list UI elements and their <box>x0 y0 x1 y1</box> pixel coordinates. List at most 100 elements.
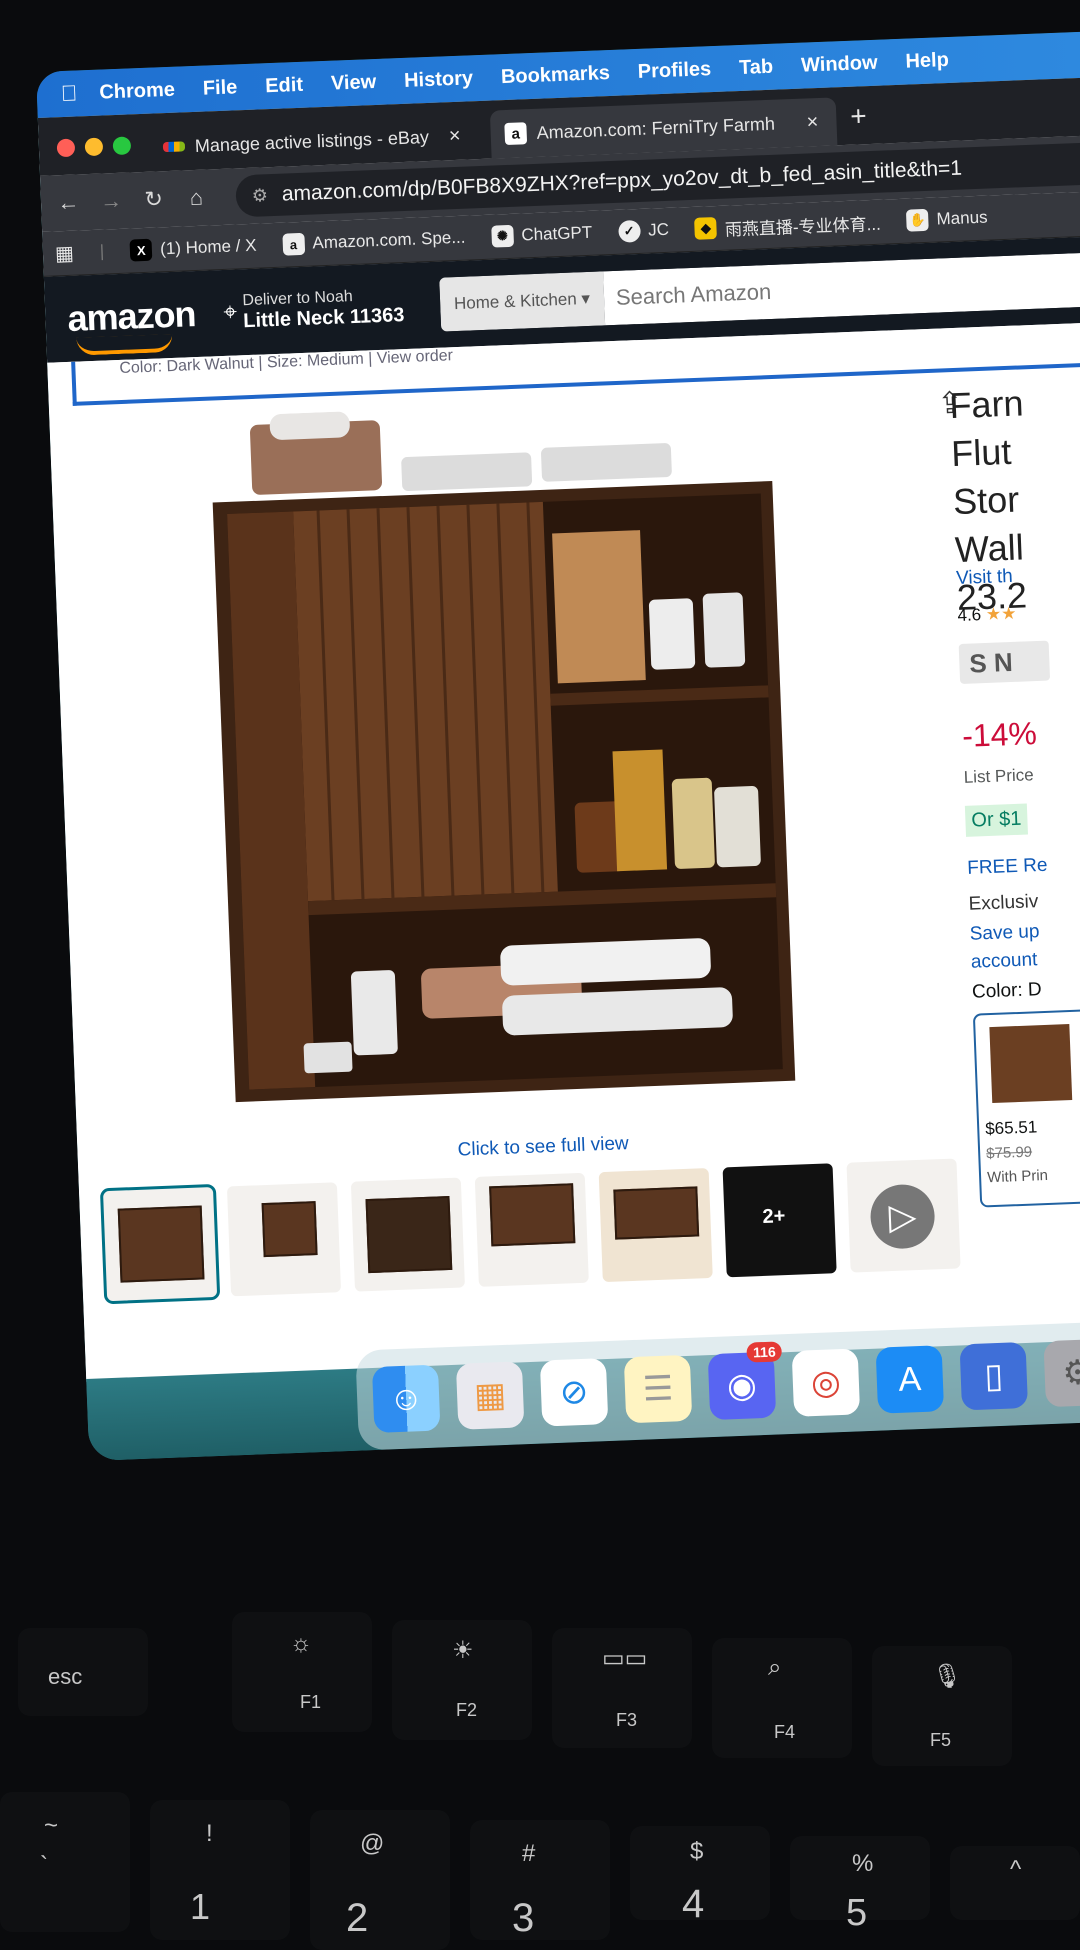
save-link[interactable]: Save up <box>969 921 1040 946</box>
bookmark-manus[interactable]: ✋ Manus <box>906 207 988 232</box>
menu-profiles[interactable]: Profiles <box>637 58 711 84</box>
back-icon[interactable]: ← <box>47 189 91 217</box>
logo-text: amazon <box>66 293 197 339</box>
key-bottom-symbol: 4 <box>682 1882 705 1926</box>
bookmark-label: Manus <box>936 207 988 229</box>
bookmark-x[interactable]: X (1) Home / X <box>129 235 257 262</box>
launchpad-icon[interactable]: ▦ <box>455 1361 525 1430</box>
menu-window[interactable]: Window <box>801 51 878 77</box>
close-tab-icon[interactable]: × <box>798 110 827 134</box>
key-bottom-symbol: ` <box>40 1852 48 1879</box>
key-top-symbol: @ <box>360 1830 385 1857</box>
zoom-window-button[interactable] <box>112 136 132 156</box>
free-returns-link[interactable]: FREE Re <box>967 855 1048 880</box>
menu-tab[interactable]: Tab <box>739 55 774 79</box>
new-tab-button[interactable]: + <box>850 100 868 133</box>
bookmark-label: 雨燕直播-专业体育... <box>724 214 882 240</box>
close-window-button[interactable] <box>56 138 76 158</box>
deliver-to[interactable]: ⌖ Deliver to Noah Little Neck 11363 <box>223 286 405 334</box>
f3-key[interactable]: ▭▭ F3 <box>552 1628 692 1748</box>
thumbnail[interactable] <box>598 1167 713 1283</box>
image-thumbnails: 2+ ▷ <box>99 1158 961 1305</box>
rating[interactable]: 4.6 ★★ <box>957 604 1017 626</box>
color-swatch[interactable]: $65.51 $75.99 With Prin <box>972 1008 1080 1208</box>
title-line: Flut <box>950 430 1013 475</box>
title-line: Farn <box>948 382 1025 427</box>
bookmark-chatgpt[interactable]: ✺ ChatGPT <box>490 222 593 248</box>
thumbnail[interactable] <box>350 1177 465 1292</box>
thumbnail[interactable] <box>474 1172 589 1287</box>
backtick-key[interactable]: ~ ` <box>0 1792 130 1932</box>
apple-icon[interactable]:  <box>60 80 77 107</box>
iphone-mirroring-icon[interactable]: ▯ <box>959 1341 1029 1411</box>
reload-icon[interactable]: ↻ <box>132 186 176 214</box>
menu-history[interactable]: History <box>404 67 474 93</box>
product-image[interactable] <box>179 394 826 1137</box>
key-1[interactable]: ! 1 <box>150 1800 290 1940</box>
bookmark-sports[interactable]: ◆ 雨燕直播-专业体育... <box>694 209 881 241</box>
swatch-list-price: $75.99 <box>985 1143 1033 1163</box>
chrome-icon[interactable]: ◎ <box>791 1348 861 1417</box>
key-6[interactable]: ^ <box>950 1846 1080 1920</box>
menu-file[interactable]: File <box>202 76 237 100</box>
menu-edit[interactable]: Edit <box>265 73 304 97</box>
f1-key[interactable]: ☼ F1 <box>232 1612 372 1732</box>
minimize-window-button[interactable] <box>84 137 104 157</box>
site-settings-icon[interactable]: ⚙ <box>251 185 268 207</box>
key-5[interactable]: % 5 <box>790 1836 930 1934</box>
menu-chrome[interactable]: Chrome <box>99 78 175 104</box>
settings-gear-icon[interactable]: ⚙ <box>1043 1338 1080 1408</box>
notes-icon[interactable]: ☰ <box>623 1354 693 1424</box>
menu-view[interactable]: View <box>331 70 377 95</box>
key-2[interactable]: @ 2 <box>310 1810 450 1950</box>
product-page: Color: Dark Walnut | Size: Medium | View… <box>47 317 1080 1383</box>
more-count: 2+ <box>762 1205 786 1228</box>
thumbnail[interactable] <box>99 1183 221 1305</box>
app-store-icon[interactable]: A <box>875 1345 945 1414</box>
key-3[interactable]: # 3 <box>470 1820 610 1940</box>
thumbnail[interactable] <box>226 1182 342 1297</box>
star-icons: ★★ <box>985 603 1017 624</box>
thumbnail-more[interactable]: 2+ <box>722 1163 837 1278</box>
visit-store-link[interactable]: Visit th <box>956 566 1013 590</box>
search-input[interactable]: Search Amazon <box>602 250 1080 326</box>
swatch-prime: With Prin <box>986 1166 1049 1187</box>
url-text: amazon.com/dp/B0FB8X9ZHX?ref=ppx_yo2ov_d… <box>281 156 963 206</box>
location-pin-icon: ⌖ <box>222 298 238 326</box>
f4-key[interactable]: ⌕ F4 <box>712 1638 852 1758</box>
bookmark-jc[interactable]: ✓ JC <box>617 219 670 243</box>
x-logo-icon: X <box>129 238 153 262</box>
menu-bookmarks[interactable]: Bookmarks <box>501 61 611 88</box>
key-bottom-symbol: 2 <box>346 1896 369 1940</box>
sports-icon: ◆ <box>694 216 718 240</box>
f2-key[interactable]: ☀ F2 <box>392 1620 532 1740</box>
video-thumbnail[interactable]: ▷ <box>846 1158 961 1273</box>
full-view-link[interactable]: Click to see full view <box>457 1133 629 1162</box>
account-link[interactable]: account <box>970 949 1037 974</box>
bookmark-label: JC <box>647 219 670 240</box>
menu-help[interactable]: Help <box>905 48 949 73</box>
department-dropdown[interactable]: Home & Kitchen ▾ <box>438 271 606 332</box>
discord-icon[interactable]: ◉ 116 <box>707 1341 783 1421</box>
safari-icon[interactable]: ⊘ <box>539 1358 609 1427</box>
home-icon[interactable]: ⌂ <box>175 184 219 212</box>
alt-price[interactable]: Or $1 <box>964 803 1029 837</box>
forward-icon[interactable]: → <box>89 187 133 215</box>
bookmarks-divider: | <box>99 241 105 261</box>
key-bottom-symbol: 5 <box>846 1892 868 1934</box>
finder-icon[interactable]: ☺ <box>371 1364 441 1434</box>
key-label: esc <box>48 1664 83 1689</box>
close-tab-icon[interactable]: × <box>440 124 469 148</box>
keyboard: esc ☼ F1 ☀ F2 ▭▭ F3 ⌕ F4 🎙 F5 ~ ` ! 1 @ … <box>0 1520 1080 1950</box>
window-controls <box>56 136 132 158</box>
tab-title: Amazon.com: FerniTry Farmh <box>536 113 776 143</box>
apps-grid-icon[interactable]: ▦ <box>54 240 75 266</box>
esc-key[interactable]: esc <box>18 1628 148 1716</box>
bookmark-amazon[interactable]: a Amazon.com. Spe... <box>282 227 466 256</box>
f5-key[interactable]: 🎙 F5 <box>872 1646 1012 1766</box>
chatgpt-icon: ✺ <box>490 224 514 248</box>
key-4[interactable]: $ 4 <box>630 1826 770 1926</box>
amazon-logo[interactable]: amazon <box>66 293 197 356</box>
microphone-icon: 🎙 <box>932 1663 963 1690</box>
mac-screen:  Chrome File Edit View History Bookmark… <box>36 29 1080 1461</box>
